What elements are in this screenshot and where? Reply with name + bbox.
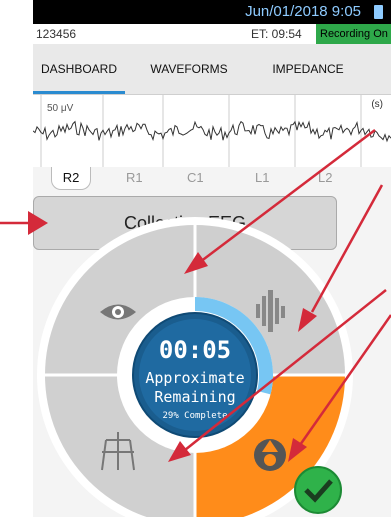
progress-wheel: 00:05 Approximate Remaining 29% Complete <box>0 129 391 517</box>
arrow-top <box>199 129 376 263</box>
timer-line2: Remaining <box>154 388 235 406</box>
timer-line1: Approximate <box>145 369 244 387</box>
ok-button[interactable] <box>294 466 342 514</box>
arrowhead-banner <box>28 211 48 235</box>
timer-time: 00:05 <box>159 336 231 364</box>
timer-progress-text: 29% Complete <box>162 411 227 421</box>
device-icon <box>254 439 286 471</box>
arrow-artifact <box>310 184 384 313</box>
